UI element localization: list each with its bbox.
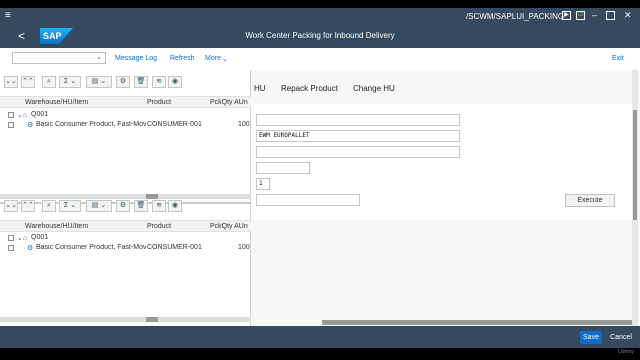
product-icon: ⚙: [27, 245, 34, 252]
top-tree-header: Warehouse/HU/Item Product PckQty AUn: [0, 96, 251, 108]
right-vertical-scrollbar[interactable]: [632, 70, 638, 326]
count-input[interactable]: 1: [256, 178, 270, 190]
settings-icon[interactable]: ⚙: [116, 76, 130, 88]
tree-row[interactable]: ⌄⌂ Q001: [0, 233, 251, 243]
tree-row[interactable]: ⚙ Basic Consumer Product, Fast-Mov CONSU…: [0, 243, 251, 253]
close-icon[interactable]: ✕: [624, 10, 632, 21]
maximize-icon[interactable]: [606, 11, 615, 20]
column-header-item[interactable]: Warehouse/HU/Item: [25, 99, 88, 106]
minimize-icon[interactable]: –: [592, 10, 597, 20]
row-checkbox[interactable]: [8, 112, 14, 118]
sum-icon[interactable]: Σ ⌄: [59, 200, 81, 212]
bottom-tree-header: Warehouse/HU/Item Product PckQty AUn: [0, 220, 251, 232]
expand-node-icon[interactable]: ⌄⌂: [17, 234, 27, 242]
globe-icon[interactable]: ◉: [168, 76, 182, 88]
expand-all-icon[interactable]: ⌄⌄: [4, 76, 18, 88]
search-icon[interactable]: ⌕: [42, 76, 56, 88]
short-input[interactable]: [256, 162, 310, 174]
layout-icon[interactable]: ▤ ⌄: [86, 200, 112, 212]
window-titlebar: ≡ /SCWM/SAPLUI_PACKING ▶ □ – ✕: [0, 8, 640, 24]
product-cell: CONSUMER-001: [147, 244, 202, 251]
search-icon[interactable]: ⌕: [42, 200, 56, 212]
qty-cell: 100: [238, 244, 250, 251]
column-header-product[interactable]: Product: [147, 99, 171, 106]
app-frame: ≡ /SCWM/SAPLUI_PACKING ▶ □ – ✕ < SAP Wor…: [0, 0, 640, 360]
left-pane: ⌄⌄ ⌃⌃ ⌕ Σ ⌄ ▤ ⌄ ⚙ 🗑 ≋ ◉ Warehouse/HU/Ite…: [0, 70, 251, 326]
tree-node-label: Basic Consumer Product, Fast-Mov: [36, 121, 146, 128]
packaging-material-input[interactable]: EWM EUROPALLET: [256, 130, 460, 142]
footer-bar: Save Cancel: [0, 326, 640, 348]
shell-bar: < SAP Work Center Packing for Inbound De…: [0, 24, 640, 48]
message-log-button[interactable]: Message Log: [115, 55, 157, 62]
product-cell: CONSUMER-001: [147, 121, 202, 128]
tab-repack-product[interactable]: Repack Product: [281, 84, 338, 93]
app-title: Work Center Packing for Inbound Delivery: [245, 31, 395, 40]
stack-icon[interactable]: ≋: [152, 200, 166, 212]
text-input[interactable]: [256, 146, 460, 158]
column-header-product[interactable]: Product: [147, 223, 171, 230]
row-checkbox[interactable]: [8, 245, 14, 251]
bottom-tree-scrollbar[interactable]: [0, 317, 251, 322]
column-header-qty[interactable]: PckQty AUn: [210, 99, 248, 106]
layout-icon[interactable]: ▤ ⌄: [86, 76, 112, 88]
row-checkbox[interactable]: [8, 122, 14, 128]
copy-icon[interactable]: □: [576, 11, 585, 20]
hu-input[interactable]: [256, 114, 460, 126]
column-header-qty[interactable]: PckQty AUn: [210, 223, 248, 230]
top-tree-scrollbar[interactable]: [0, 194, 251, 199]
tree-row[interactable]: ⌄⌂ Q001: [0, 110, 251, 120]
exit-button[interactable]: Exit: [612, 55, 624, 62]
right-horizontal-scrollbar[interactable]: [322, 320, 632, 325]
tree-node-label: Q001: [31, 111, 49, 118]
more-button[interactable]: More: [205, 55, 221, 62]
sum-icon[interactable]: Σ ⌄: [59, 76, 81, 88]
expand-node-icon[interactable]: ⌄⌂: [17, 111, 27, 119]
column-header-item[interactable]: Warehouse/HU/Item: [25, 223, 88, 230]
expand-all-icon[interactable]: ⌄⌄: [4, 200, 18, 212]
main-content: ⌄⌄ ⌃⌃ ⌕ Σ ⌄ ▤ ⌄ ⚙ 🗑 ≋ ◉ Warehouse/HU/Ite…: [0, 70, 640, 326]
variant-dropdown[interactable]: ⌄: [12, 52, 106, 64]
globe-icon[interactable]: ◉: [168, 200, 182, 212]
settings-icon[interactable]: ⚙: [116, 200, 130, 212]
cancel-button[interactable]: Cancel: [606, 331, 636, 344]
menu-icon[interactable]: ≡: [5, 10, 11, 22]
stack-icon[interactable]: ≋: [152, 76, 166, 88]
chevron-down-icon: ⌄: [96, 54, 102, 61]
row-checkbox[interactable]: [8, 235, 14, 241]
tab-change-hu[interactable]: Change HU: [353, 84, 395, 93]
tree-node-label: Basic Consumer Product, Fast-Mov: [36, 244, 146, 251]
collapse-all-icon[interactable]: ⌃⌃: [21, 200, 35, 212]
delete-icon[interactable]: 🗑: [134, 76, 148, 88]
app-toolbar: ⌄ Message Log Refresh More ⌄ Exit: [0, 48, 640, 70]
delete-icon[interactable]: 🗑: [134, 200, 148, 212]
save-button[interactable]: Save: [580, 331, 602, 344]
destination-input[interactable]: [256, 194, 360, 206]
tree-node-label: Q001: [31, 234, 49, 241]
tab-hu[interactable]: HU: [254, 84, 266, 93]
collapse-all-icon[interactable]: ⌃⌃: [21, 76, 35, 88]
play-icon[interactable]: ▶: [562, 11, 571, 20]
tree-row[interactable]: ⚙ Basic Consumer Product, Fast-Mov CONSU…: [0, 120, 251, 130]
qty-cell: 100: [238, 121, 250, 128]
execute-button[interactable]: Execute: [565, 194, 615, 207]
right-pane: HU Repack Product Change HU EWM EUROPALL…: [252, 70, 640, 326]
more-chevron-icon: ⌄: [222, 56, 228, 63]
transaction-path: /SCWM/SAPLUI_PACKING: [466, 12, 565, 21]
refresh-button[interactable]: Refresh: [170, 55, 195, 62]
product-icon: ⚙: [27, 122, 34, 129]
udemy-watermark: Udemy: [618, 349, 634, 355]
